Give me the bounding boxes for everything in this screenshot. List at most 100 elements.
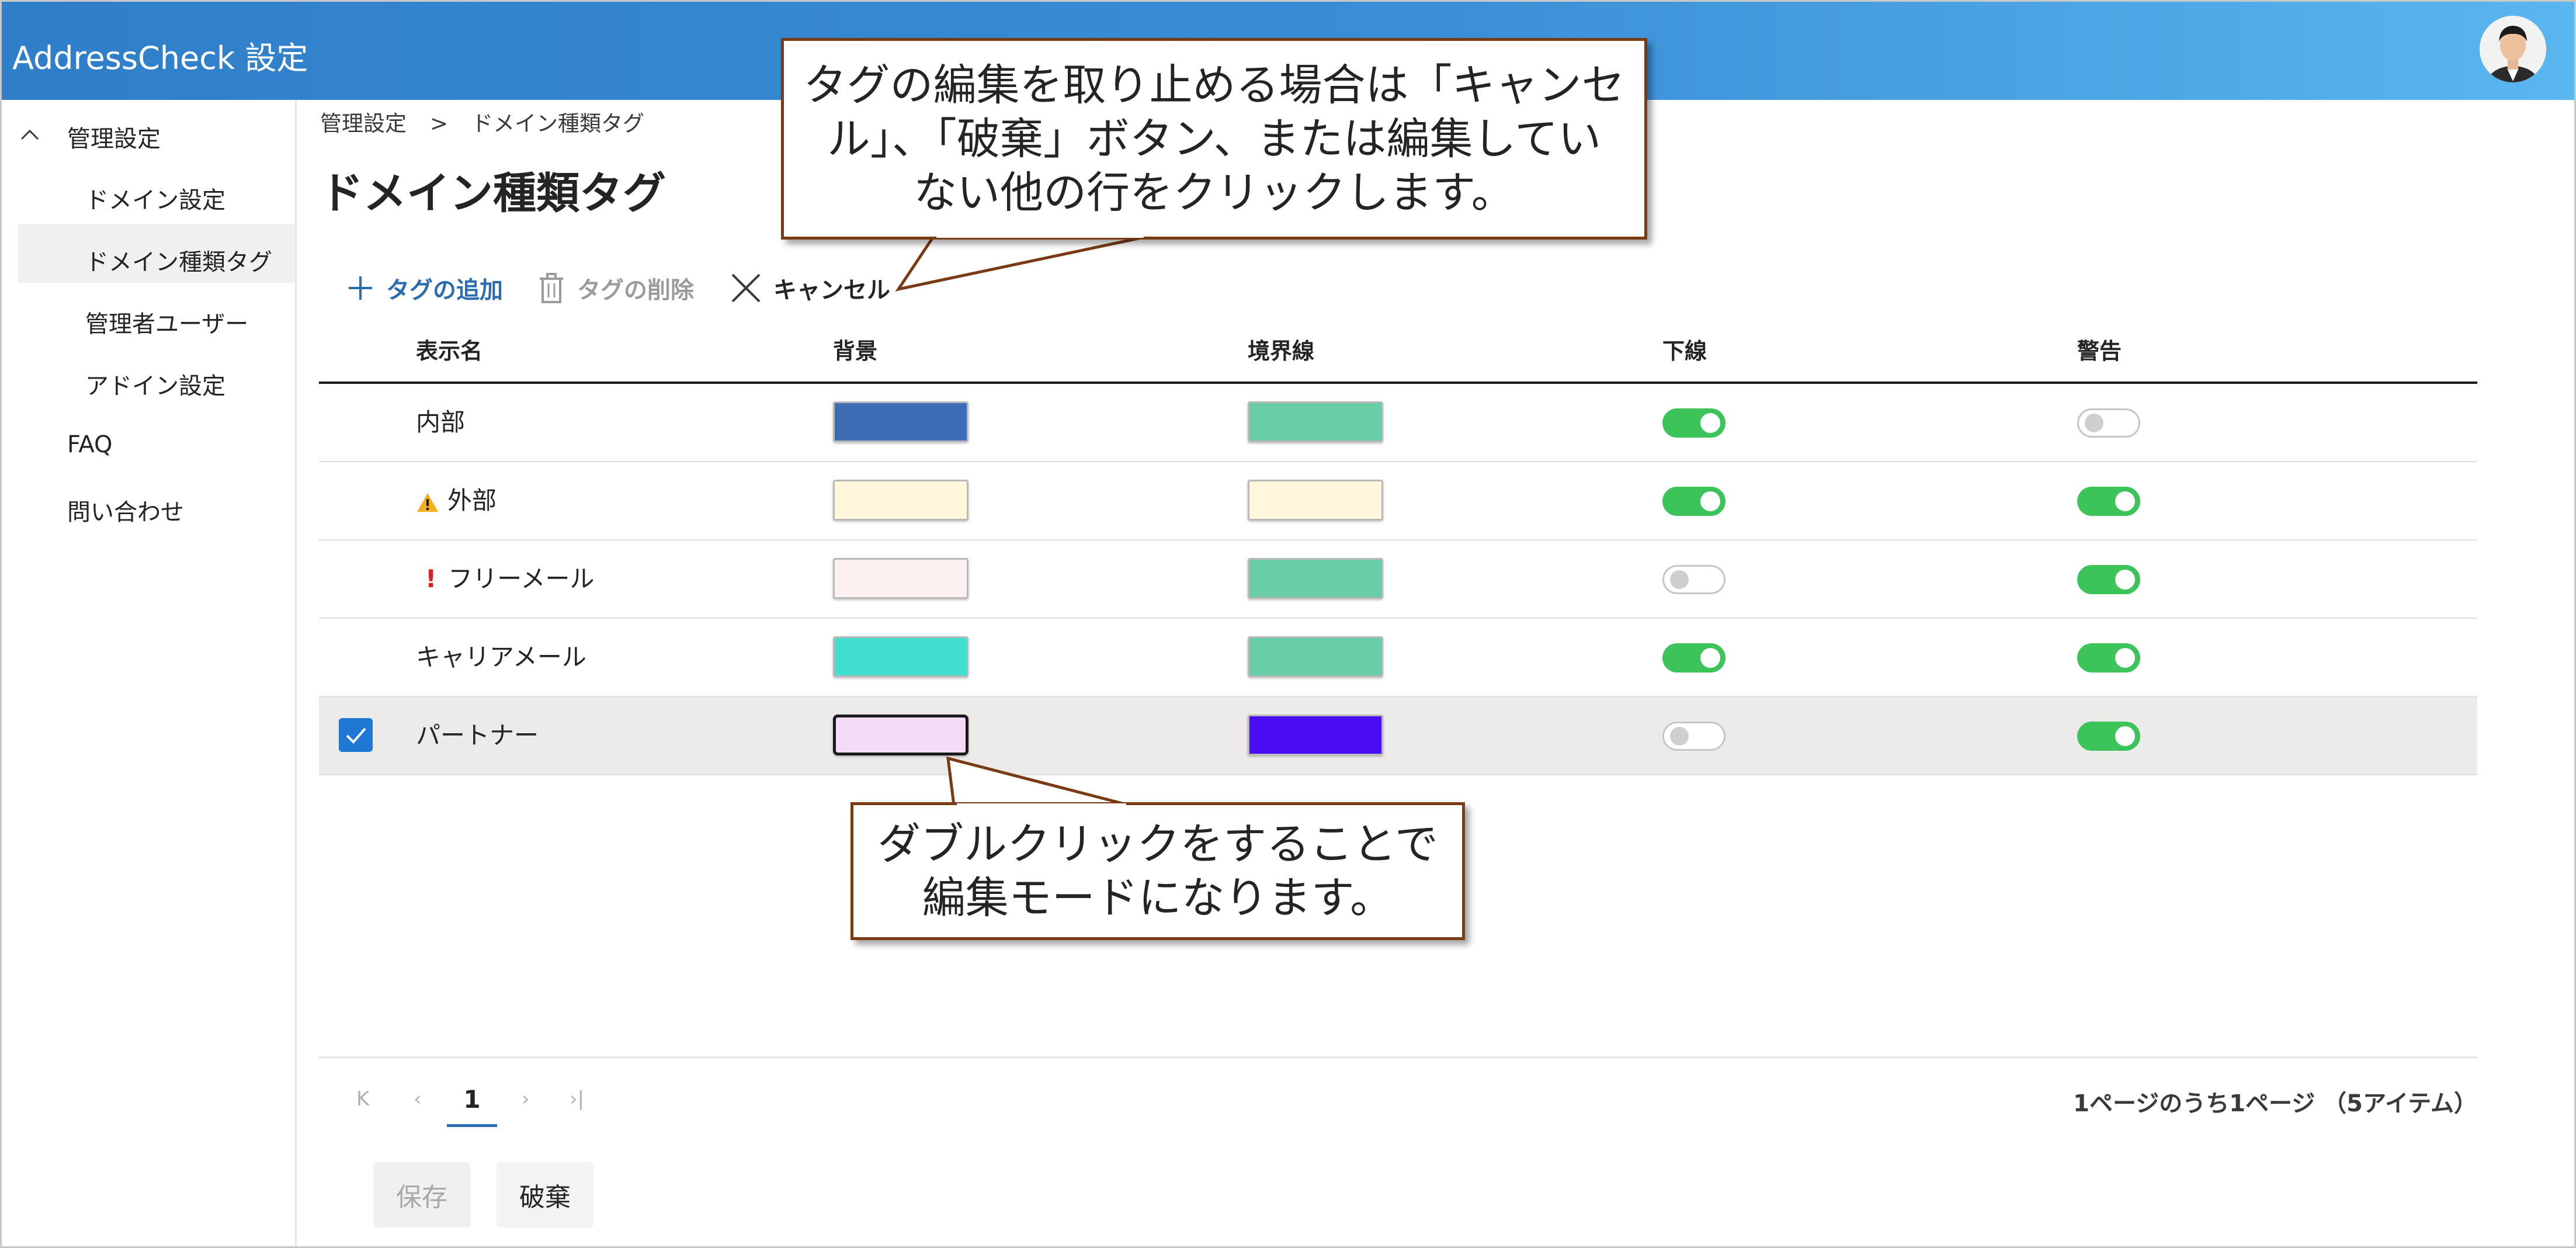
toggle-knob [1670,570,1689,589]
underline-toggle[interactable] [1662,565,1726,594]
pagination-summary: 1ページのうち1ページ （5アイテム） [2073,1090,2477,1117]
breadcrumb-separator: > [430,111,449,136]
column-header-warning[interactable]: 警告 [2077,329,2122,373]
close-icon [731,273,761,303]
warning-toggle[interactable] [2077,722,2140,751]
callout-edit-mode: ダブルクリックをすることで 編集モードになります。 [850,802,1465,940]
checkmark-icon [346,727,366,744]
callout-seam [936,234,1144,238]
warning-toggle[interactable] [2077,487,2140,516]
cell-name: パートナー [416,697,539,774]
page-title: ドメイン種類タグ [320,168,666,219]
sidebar-item-addin-settings[interactable]: アドイン設定 [85,367,225,401]
toggle-knob [2115,570,2135,590]
underline-toggle[interactable] [1662,487,1726,516]
background-color-swatch[interactable] [833,715,968,755]
callout-line: ない他の行をクリックします。 [914,167,1515,218]
underline-toggle[interactable] [1662,408,1726,438]
add-tag-label: タグの追加 [386,277,503,304]
toggle-knob [1700,648,1720,668]
tag-name: キャリアメール [416,643,586,671]
tag-name: フリーメール [448,564,595,593]
sidebar-item-admin-users[interactable]: 管理者ユーザー [85,305,248,339]
cell-name: キャリアメール [416,619,586,696]
next-page-icon[interactable]: › [522,1087,530,1111]
toggle-knob [1700,413,1720,433]
toggle-knob [1670,727,1689,746]
border-color-swatch[interactable] [1248,401,1383,442]
toggle-knob [2115,491,2135,511]
border-color-swatch[interactable] [1248,480,1383,521]
warning-toggle[interactable] [2077,565,2140,594]
app-title: AddressCheck 設定 [12,40,308,77]
warning-toggle[interactable] [2077,643,2140,672]
sidebar-item-domain-settings[interactable]: ドメイン設定 [85,181,225,215]
table-row[interactable]: ! フリーメール [319,540,2477,619]
border-color-swatch[interactable] [1248,715,1383,755]
first-page-icon[interactable]: K [356,1087,369,1111]
background-color-swatch[interactable] [833,480,968,521]
callout-seam [957,803,1126,807]
column-header-border[interactable]: 境界線 [1248,329,1314,373]
user-avatar[interactable] [2480,16,2546,82]
column-header-name[interactable]: 表示名 [416,329,482,373]
toggle-knob [2085,414,2103,432]
table-row[interactable]: 外部 [319,462,2477,540]
table-row[interactable]: キャリアメール [319,619,2477,697]
background-color-swatch[interactable] [833,401,968,442]
sidebar: 管理設定 ドメイン設定 ドメイン種類タグ 管理者ユーザー アドイン設定 FAQ … [2,100,297,1246]
tag-name: 外部 [447,486,497,515]
warning-toggle[interactable] [2077,408,2140,438]
callout-line: ル」、「破棄」ボタン、または編集してい [827,113,1602,164]
background-color-swatch[interactable] [833,636,968,677]
cell-name: 内部 [416,384,465,461]
sidebar-group-admin-settings[interactable]: 管理設定 [67,120,161,154]
cancel-button[interactable]: キャンセル [730,271,890,306]
sidebar-item-contact[interactable]: 問い合わせ [67,493,184,527]
underline-toggle[interactable] [1662,643,1726,672]
breadcrumb: 管理設定 > ドメイン種類タグ [320,106,644,137]
chevron-up-icon[interactable] [18,123,41,147]
delete-tag-button[interactable]: タグの削除 [537,271,694,306]
discard-button[interactable]: 破棄 [497,1162,593,1228]
border-color-swatch[interactable] [1248,636,1383,677]
column-header-background[interactable]: 背景 [833,329,877,373]
exclamation-icon: ! [425,564,437,593]
page-number-current[interactable]: 1 [447,1083,497,1127]
last-page-icon[interactable]: ›| [570,1087,584,1111]
plus-icon [349,276,372,300]
callout-line: タグの編集を取り止める場合は「キャンセ [803,60,1625,110]
delete-tag-label: タグの削除 [577,277,694,304]
toggle-knob [2115,648,2135,668]
row-checkbox[interactable] [339,718,373,752]
toggle-knob [2115,726,2135,746]
tag-name: パートナー [416,721,539,750]
sidebar-item-faq[interactable]: FAQ [67,431,112,458]
toggle-knob [1700,491,1720,511]
cancel-label: キャンセル [773,277,890,304]
underline-toggle[interactable] [1662,722,1726,751]
table-row[interactable]: パートナー [319,697,2477,775]
breadcrumb-parent[interactable]: 管理設定 [320,111,407,136]
save-button[interactable]: 保存 [373,1162,470,1228]
add-tag-button[interactable]: タグの追加 [346,271,503,306]
border-color-swatch[interactable] [1248,558,1383,599]
callout-line: 編集モードになります。 [922,873,1394,923]
warning-icon [417,493,438,512]
cell-name: 外部 [416,462,497,539]
avatar-icon [2480,16,2546,82]
breadcrumb-current: ドメイン種類タグ [471,111,645,136]
main-content: 管理設定 > ドメイン種類タグ ドメイン種類タグ タグの追加 タグの削除 キャン… [297,100,2574,1246]
sidebar-item-domain-type-tags[interactable]: ドメイン種類タグ [85,243,272,277]
cell-name: ! フリーメール [416,540,594,618]
background-color-swatch[interactable] [833,558,968,599]
callout-cancel-instructions: タグの編集を取り止める場合は「キャンセ ル」、「破棄」ボタン、または編集してい … [781,38,1647,240]
app-window: AddressCheck 設定 管理設定 ドメイン設定 ドメイン種類タグ 管理者… [0,0,2576,1248]
callout-line: ダブルクリックをすることで [877,819,1438,869]
tag-name: 内部 [416,408,466,436]
prev-page-icon[interactable]: ‹ [414,1087,422,1111]
footer-divider [319,1056,2477,1058]
column-header-underline[interactable]: 下線 [1662,329,1707,373]
trash-icon [540,273,563,303]
table-row[interactable]: 内部 [319,384,2477,462]
